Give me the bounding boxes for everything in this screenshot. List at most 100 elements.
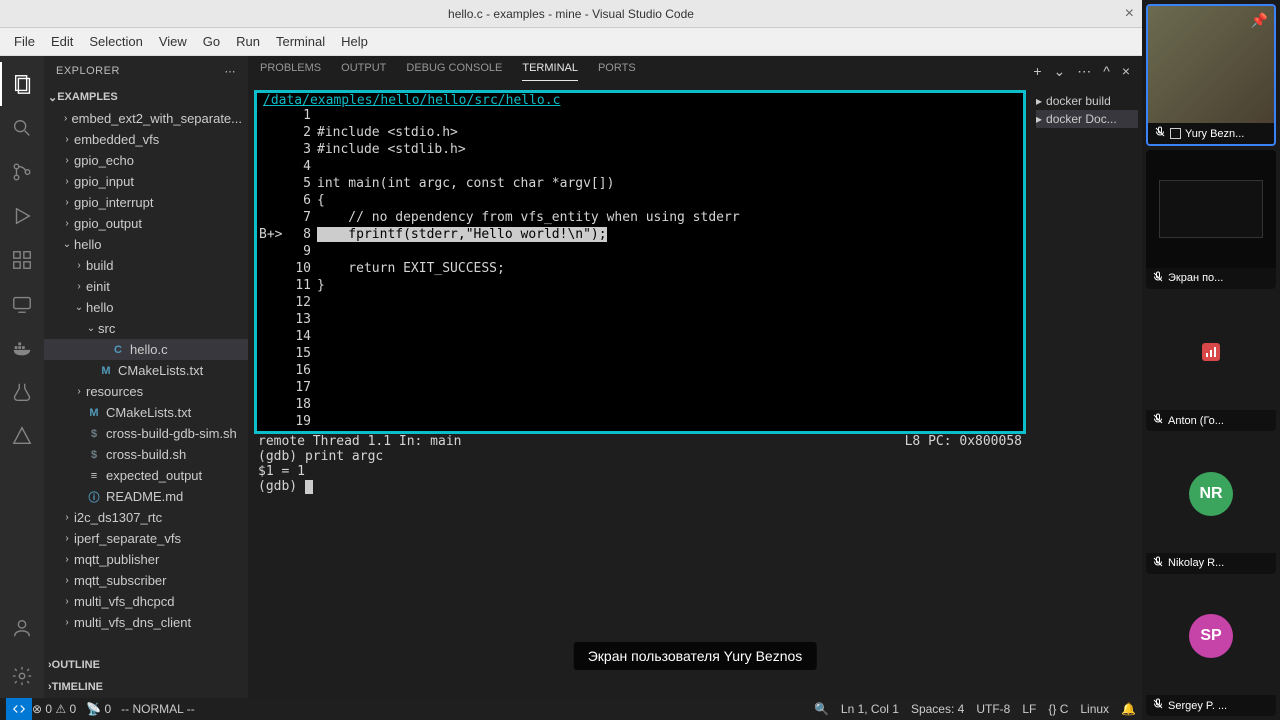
participant-tile[interactable]: Anton (Го... — [1146, 293, 1276, 431]
chevron-icon: › — [60, 134, 74, 145]
menu-go[interactable]: Go — [195, 34, 228, 49]
close-panel-icon[interactable]: × — [1122, 63, 1130, 80]
meeting-panel: 📌Yury Bezn...Экран по...Anton (Го...NRNi… — [1142, 0, 1280, 720]
status-os[interactable]: Linux — [1080, 702, 1109, 716]
status-ports[interactable]: 📡 0 — [86, 702, 111, 716]
tree-item[interactable]: $cross-build-gdb-sim.sh — [44, 423, 248, 444]
tree-item-label: einit — [86, 279, 110, 294]
tree-item[interactable]: ›resources — [44, 381, 248, 402]
tree-item[interactable]: ›multi_vfs_dns_client — [44, 612, 248, 633]
participant-tile[interactable]: SPSergey P. ... — [1146, 578, 1276, 716]
status-encoding[interactable]: UTF-8 — [976, 702, 1010, 716]
file-icon: M — [86, 405, 102, 421]
tree-item[interactable]: ›gpio_echo — [44, 150, 248, 171]
status-language[interactable]: {} C — [1048, 702, 1068, 716]
panel-tab-problems[interactable]: PROBLEMS — [260, 62, 321, 81]
chevron-icon: ⌄ — [84, 323, 98, 334]
menu-file[interactable]: File — [6, 34, 43, 49]
tree-item[interactable]: ⌄hello — [44, 234, 248, 255]
panel-more-icon[interactable]: ⋯ — [1077, 63, 1091, 80]
tree-item[interactable]: ⌄src — [44, 318, 248, 339]
remote-explorer-icon[interactable] — [0, 282, 44, 326]
gdb-status-line: remote Thread 1.1 In: main L8 PC: 0x8000… — [254, 434, 1026, 449]
chevron-icon: › — [60, 596, 74, 607]
new-terminal-icon[interactable]: + — [1033, 63, 1041, 80]
tree-item[interactable]: ›einit — [44, 276, 248, 297]
remote-indicator[interactable] — [6, 698, 32, 720]
split-terminal-icon[interactable]: ⌄ — [1054, 63, 1066, 80]
participant-tile[interactable]: NRNikolay R... — [1146, 435, 1276, 573]
chevron-icon: › — [60, 512, 74, 523]
terminal-entry[interactable]: ▸docker Doc... — [1036, 110, 1138, 128]
gdb-console[interactable]: (gdb) print argc$1 = 1(gdb) — [254, 449, 1026, 494]
status-spaces[interactable]: Spaces: 4 — [911, 702, 964, 716]
panel-tab-ports[interactable]: PORTS — [598, 62, 636, 81]
chevron-icon: › — [60, 554, 74, 565]
tree-item[interactable]: MCMakeLists.txt — [44, 360, 248, 381]
explorer-root[interactable]: ⌄ EXAMPLES — [44, 86, 248, 108]
tree-item[interactable]: ›multi_vfs_dhcpcd — [44, 591, 248, 612]
panel-tab-output[interactable]: OUTPUT — [341, 62, 386, 81]
maximize-panel-icon[interactable]: ^ — [1103, 63, 1110, 80]
cmake-icon[interactable] — [0, 414, 44, 458]
explorer-icon[interactable] — [0, 62, 44, 106]
participant-tile[interactable]: 📌Yury Bezn... — [1146, 4, 1276, 146]
participant-tile[interactable]: Экран по... — [1146, 150, 1276, 288]
tree-item[interactable]: ›embed_ext2_with_separate... — [44, 108, 248, 129]
settings-icon[interactable] — [0, 654, 44, 698]
accounts-icon[interactable] — [0, 606, 44, 650]
timeline-section[interactable]: › TIMELINE — [44, 676, 248, 698]
participant-label: Nikolay R... — [1146, 553, 1276, 574]
chevron-icon: › — [72, 386, 86, 397]
menu-selection[interactable]: Selection — [81, 34, 150, 49]
panel-tab-terminal[interactable]: TERMINAL — [522, 62, 578, 81]
run-debug-icon[interactable] — [0, 194, 44, 238]
tree-item[interactable]: $cross-build.sh — [44, 444, 248, 465]
status-eol[interactable]: LF — [1022, 702, 1036, 716]
sidebar-more-icon[interactable]: ⋯ — [225, 65, 237, 78]
docker-icon[interactable] — [0, 326, 44, 370]
avatar: SP — [1189, 614, 1233, 658]
tree-item[interactable]: ›mqtt_publisher — [44, 549, 248, 570]
tree-item-label: CMakeLists.txt — [106, 405, 191, 420]
tree-item[interactable]: ›i2c_ds1307_rtc — [44, 507, 248, 528]
tree-item[interactable]: ›gpio_input — [44, 171, 248, 192]
tree-item[interactable]: ›gpio_output — [44, 213, 248, 234]
tree-item[interactable]: ›gpio_interrupt — [44, 192, 248, 213]
tree-item[interactable]: ›build — [44, 255, 248, 276]
tree-item[interactable]: ›embedded_vfs — [44, 129, 248, 150]
status-problems[interactable]: ⊗ 0 ⚠ 0 — [32, 702, 76, 716]
terminal-output[interactable]: /data/examples/hello/hello/src/hello.c B… — [248, 86, 1032, 698]
titlebar: hello.c - examples - mine - Visual Studi… — [0, 0, 1142, 28]
tree-item[interactable]: ⓘREADME.md — [44, 486, 248, 507]
tree-item[interactable]: ›mqtt_subscriber — [44, 570, 248, 591]
tree-item[interactable]: ⌄hello — [44, 297, 248, 318]
search-icon[interactable] — [0, 106, 44, 150]
outline-section[interactable]: › OUTLINE — [44, 654, 248, 676]
tree-item-label: iperf_separate_vfs — [74, 531, 181, 546]
menu-terminal[interactable]: Terminal — [268, 34, 333, 49]
menu-run[interactable]: Run — [228, 34, 268, 49]
tree-item[interactable]: ≡expected_output — [44, 465, 248, 486]
tree-item-label: cross-build-gdb-sim.sh — [106, 426, 237, 441]
window-close-icon[interactable]: × — [1125, 5, 1134, 23]
chevron-icon: › — [60, 197, 74, 208]
tree-item-label: mqtt_publisher — [74, 552, 159, 567]
status-feedback-icon[interactable]: 🔍 — [814, 702, 829, 716]
panel-tab-debug-console[interactable]: DEBUG CONSOLE — [406, 62, 502, 81]
tree-item-label: src — [98, 321, 115, 336]
tree-item[interactable]: Chello.c — [44, 339, 248, 360]
extensions-icon[interactable] — [0, 238, 44, 282]
tree-item[interactable]: M CMakeLists.txt — [44, 402, 248, 423]
terminal-entry[interactable]: ▸docker build — [1036, 92, 1138, 110]
chevron-icon: › — [60, 176, 74, 187]
source-control-icon[interactable] — [0, 150, 44, 194]
menu-help[interactable]: Help — [333, 34, 376, 49]
status-bell-icon[interactable]: 🔔 — [1121, 702, 1136, 716]
testing-icon[interactable] — [0, 370, 44, 414]
menu-edit[interactable]: Edit — [43, 34, 81, 49]
tree-item[interactable]: ›iperf_separate_vfs — [44, 528, 248, 549]
menu-view[interactable]: View — [151, 34, 195, 49]
status-lncol[interactable]: Ln 1, Col 1 — [841, 702, 899, 716]
file-icon: C — [110, 342, 126, 358]
